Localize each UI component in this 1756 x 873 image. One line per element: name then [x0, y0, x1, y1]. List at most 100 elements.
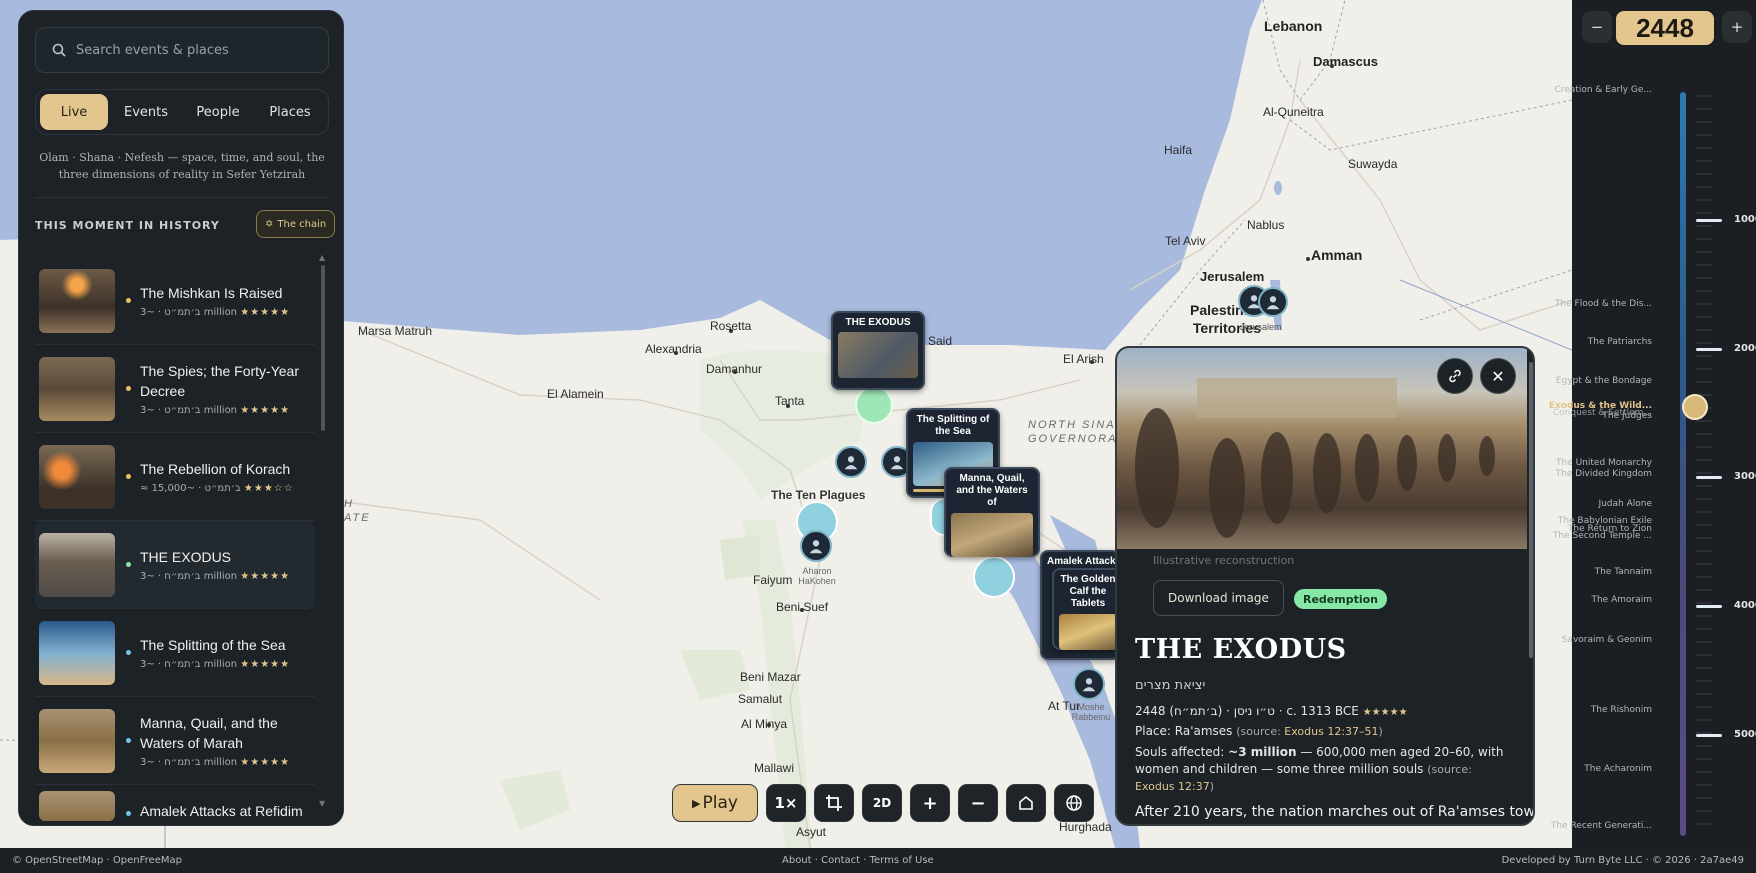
sea-location-marker[interactable]	[973, 556, 1015, 598]
home-button[interactable]	[1006, 784, 1046, 822]
year-tick-label: 4000	[1734, 600, 1756, 611]
map-label-ate: ATE	[344, 512, 371, 524]
map-attribution[interactable]: © OpenStreetMap · OpenFreeMap	[12, 855, 182, 866]
play-label: Play	[702, 793, 738, 813]
close-icon: ✕	[1491, 366, 1505, 386]
tab-places[interactable]: Places	[256, 94, 324, 130]
era-label[interactable]: The United Monarchy	[1556, 458, 1652, 468]
terms-link[interactable]: Terms of Use	[870, 855, 934, 866]
event-thumbnail	[39, 708, 115, 773]
zoom-in-button[interactable]: +	[910, 784, 950, 822]
map-card-exodus[interactable]: THE EXODUS	[831, 311, 925, 390]
globe-button[interactable]	[1054, 784, 1094, 822]
zoom-out-button[interactable]: −	[958, 784, 998, 822]
event-title: The Spies; the Forty-Year Decree	[140, 363, 300, 399]
era-label[interactable]: The Acharonim	[1584, 764, 1652, 774]
map-label-tel-aviv: Tel Aviv	[1165, 234, 1206, 248]
year-decrement-button[interactable]: −	[1582, 11, 1612, 43]
detail-scrollbar[interactable]	[1529, 362, 1533, 658]
event-title: The Rebellion of Korach	[140, 461, 291, 477]
person-pin-icon[interactable]	[835, 446, 867, 478]
scroll-up-icon[interactable]: ▲	[319, 253, 325, 262]
era-label[interactable]: Savoraim & Geonim	[1562, 635, 1652, 645]
list-item[interactable]: The Rebellion of Korach ≈ ב׳תמ״ט · ~15,00…	[35, 433, 315, 521]
map-label-beni-mazar: Beni Mazar	[740, 670, 801, 684]
exodus-location-marker[interactable]	[855, 386, 893, 424]
about-link[interactable]: About	[782, 855, 812, 866]
event-rating: ★★★★★	[240, 757, 291, 768]
search-box[interactable]	[35, 27, 329, 73]
era-label[interactable]: The Patriarchs	[1588, 337, 1652, 347]
speed-button[interactable]: 1×	[766, 784, 806, 822]
year-tick	[1696, 605, 1722, 608]
category-badge: Redemption	[1294, 589, 1388, 609]
event-status-dot	[126, 298, 131, 303]
image-caption: Illustrative reconstruction	[1153, 554, 1295, 567]
list-item-selected[interactable]: THE EXODUS ב׳תמ״ח · ~3 million ★★★★★	[35, 521, 315, 609]
map-toolbar: ▶ Play 1× 2D + −	[672, 784, 1094, 822]
event-date: 2448 (ב׳תמ״ח) · ט״ו ניסן · c. 1313 BCE	[1135, 704, 1359, 718]
view-2d-button[interactable]: 2D	[862, 784, 902, 822]
souls-source-link[interactable]: Exodus 12:37	[1135, 780, 1210, 793]
person-pin-icon[interactable]	[1258, 287, 1288, 317]
era-label[interactable]: The Flood & the Dis...	[1555, 299, 1652, 309]
list-item[interactable]: The Spies; the Forty-Year Decree ב׳תמ״ט ·…	[35, 345, 315, 433]
timeline-track[interactable]	[1680, 92, 1686, 836]
era-label[interactable]: Creation & Early Ge...	[1554, 85, 1652, 95]
event-meta: ב׳תמ״ח · ~3 million	[140, 757, 238, 768]
era-label[interactable]: The Second Temple ...	[1553, 531, 1652, 541]
event-thumbnail	[39, 356, 115, 421]
section-heading: THIS MOMENT IN HISTORY	[35, 219, 220, 232]
download-image-button[interactable]: Download image	[1153, 580, 1284, 616]
aharon-pin-label: Aharon HaKohen	[798, 566, 836, 586]
tab-live[interactable]: Live	[40, 94, 108, 130]
person-pin-icon[interactable]	[800, 530, 832, 562]
event-rating: ★★★★★	[240, 659, 291, 670]
event-list[interactable]: The Mishkan Is Raised ב׳תמ״ט · ~3 million…	[35, 257, 315, 825]
scroll-down-icon[interactable]: ▼	[319, 799, 325, 808]
year-increment-button[interactable]: +	[1722, 11, 1752, 43]
person-pin-icon[interactable]	[1073, 668, 1105, 700]
search-input[interactable]	[76, 42, 306, 58]
event-meta: ב׳תמ״ח · ~3 million	[140, 659, 238, 670]
list-item[interactable]: Manna, Quail, and the Waters of Marah ב׳ת…	[35, 697, 315, 785]
event-status-dot	[126, 386, 131, 391]
era-label[interactable]: The Tannaim	[1595, 567, 1652, 577]
share-link-button[interactable]	[1437, 358, 1473, 394]
event-detail-rating: ★★★★★	[1362, 707, 1408, 718]
chain-button[interactable]: ✡ The chain	[256, 210, 336, 238]
era-label[interactable]: The Divided Kingdom	[1556, 469, 1653, 479]
crop-button[interactable]	[814, 784, 854, 822]
current-year[interactable]: 2448	[1616, 11, 1714, 45]
map-label-suwayda: Suwayda	[1348, 157, 1398, 171]
list-item[interactable]: The Splitting of the Sea ב׳תמ״ח · ~3 mill…	[35, 609, 315, 697]
place-source-link[interactable]: Exodus 12:37–51	[1284, 725, 1378, 738]
year-tick	[1696, 476, 1722, 479]
era-label[interactable]: Judah Alone	[1598, 499, 1652, 509]
timeline-handle[interactable]	[1682, 394, 1708, 420]
souls-value: ~3 million	[1228, 745, 1297, 759]
year-tick-label: 1000	[1734, 214, 1756, 225]
list-item[interactable]: The Mishkan Is Raised ב׳תמ״ט · ~3 million…	[35, 257, 315, 345]
close-button[interactable]: ✕	[1480, 358, 1516, 394]
era-label[interactable]: The Judges	[1602, 411, 1652, 421]
event-status-dot	[126, 474, 131, 479]
tab-people[interactable]: People	[184, 94, 252, 130]
exodus-thumbnail	[838, 332, 918, 378]
event-detail-card: ✕ Illustrative reconstruction Download i…	[1115, 346, 1535, 826]
map-card-manna[interactable]: Manna, Quail, and the Waters of	[944, 467, 1040, 557]
list-item[interactable]: Amalek Attacks at Refidim	[35, 785, 315, 825]
contact-link[interactable]: Contact	[821, 855, 860, 866]
era-label[interactable]: The Rishonim	[1591, 705, 1652, 715]
footer: © OpenStreetMap · OpenFreeMap About · Co…	[0, 848, 1756, 873]
year-tick-label: 2000	[1734, 343, 1756, 354]
era-label[interactable]: The Recent Generati...	[1551, 821, 1652, 831]
sparkle-icon: ✡	[265, 218, 274, 230]
era-label[interactable]: The Amoraim	[1591, 595, 1652, 605]
map-label-el-arish: El Arish	[1063, 352, 1104, 366]
era-label[interactable]: Egypt & the Bondage	[1556, 376, 1652, 386]
tab-events[interactable]: Events	[112, 94, 180, 130]
play-button[interactable]: ▶ Play	[672, 784, 758, 822]
map-card-golden-calf[interactable]: The Golden Calf the Tablets	[1052, 568, 1124, 650]
list-scrollbar[interactable]	[321, 265, 325, 431]
